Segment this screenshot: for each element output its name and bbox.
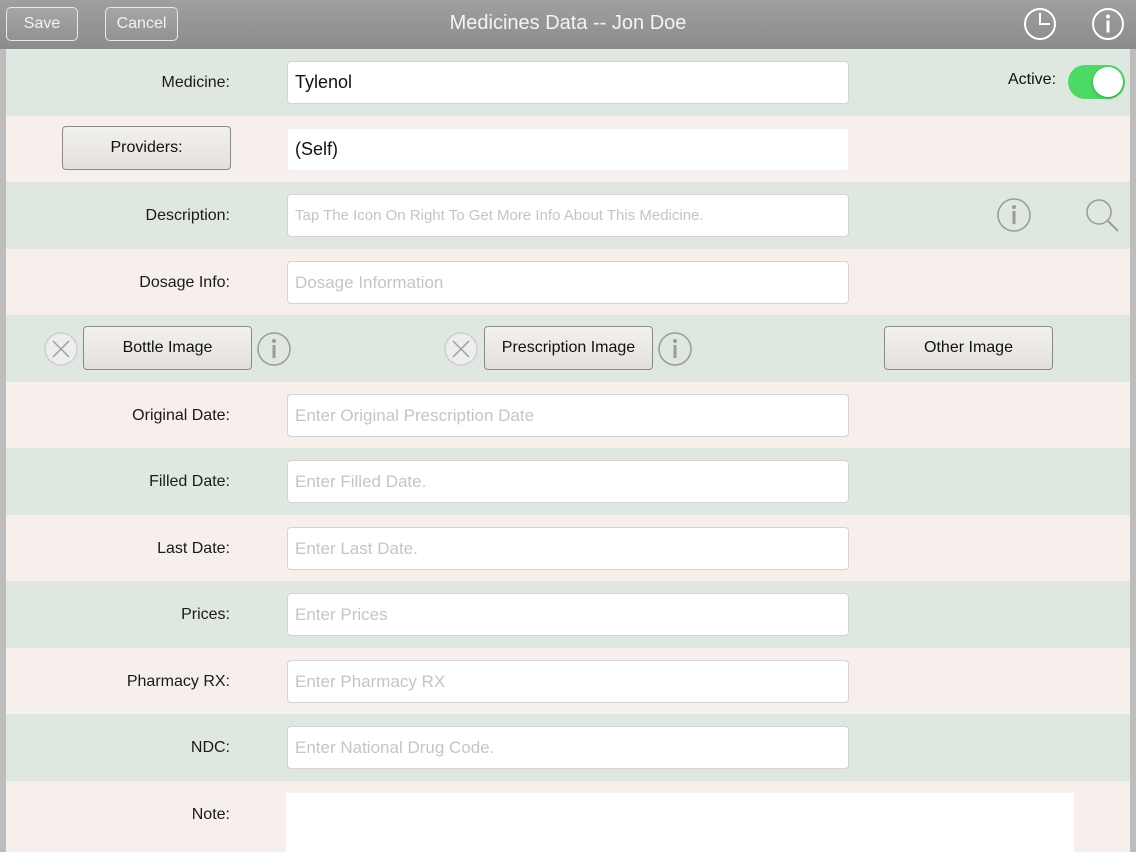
prices-label: Prices: (181, 605, 230, 623)
providers-value: (Self) (287, 128, 849, 171)
other-image-button[interactable]: Other Image (884, 326, 1053, 370)
note-label: Note: (191, 805, 230, 823)
description-input[interactable]: Tap The Icon On Right To Get More Info A… (287, 194, 849, 237)
pharmacy-rx-row: Pharmacy RX: Enter Pharmacy RX (6, 648, 1130, 715)
dosage-input[interactable]: Dosage Information (287, 261, 849, 304)
last-date-label: Last Date: (157, 539, 230, 557)
providers-button[interactable]: Providers: (62, 126, 231, 170)
providers-row: Providers: (Self) (6, 116, 1130, 183)
info-icon[interactable] (1091, 7, 1125, 41)
dosage-row: Dosage Info: Dosage Information (6, 249, 1130, 316)
original-date-label: Original Date: (132, 406, 230, 424)
last-date-row: Last Date: Enter Last Date. (6, 515, 1130, 582)
page-title: Medicines Data -- Jon Doe (449, 12, 687, 34)
bottle-image-info-icon[interactable] (256, 331, 292, 367)
clock-icon[interactable] (1023, 7, 1057, 41)
nav-bar: Save Cancel Medicines Data -- Jon Doe (0, 0, 1136, 49)
original-date-row: Original Date: Enter Original Prescripti… (6, 382, 1130, 449)
medicine-row: Medicine: Tylenol Active: (6, 49, 1130, 116)
remove-prescription-image-icon[interactable] (443, 331, 479, 367)
description-row: Description: Tap The Icon On Right To Ge… (6, 182, 1130, 249)
ndc-row: NDC: Enter National Drug Code. (6, 714, 1130, 781)
medicine-form: Medicine: Tylenol Active: Providers: (Se… (6, 49, 1130, 852)
medicine-label: Medicine: (161, 73, 230, 91)
toggle-knob (1093, 67, 1123, 97)
description-label: Description: (145, 206, 230, 224)
original-date-input[interactable]: Enter Original Prescription Date (287, 394, 849, 437)
prices-row: Prices: Enter Prices (6, 581, 1130, 648)
bottle-image-button[interactable]: Bottle Image (83, 326, 252, 370)
prescription-image-button[interactable]: Prescription Image (484, 326, 653, 370)
description-info-icon[interactable] (996, 197, 1032, 233)
active-label: Active: (1008, 71, 1057, 88)
filled-date-row: Filled Date: Enter Filled Date. (6, 448, 1130, 515)
note-row: Note: (6, 781, 1130, 852)
prescription-image-info-icon[interactable] (657, 331, 693, 367)
images-row: Bottle Image Prescription Image Other Im… (6, 315, 1130, 382)
last-date-input[interactable]: Enter Last Date. (287, 527, 849, 570)
pharmacy-rx-label: Pharmacy RX: (126, 672, 230, 690)
search-icon[interactable] (1083, 196, 1121, 234)
remove-bottle-image-icon[interactable] (43, 331, 79, 367)
filled-date-input[interactable]: Enter Filled Date. (287, 460, 849, 503)
medicine-input[interactable]: Tylenol (287, 61, 849, 104)
pharmacy-rx-input[interactable]: Enter Pharmacy RX (287, 660, 849, 703)
filled-date-label: Filled Date: (149, 472, 230, 490)
active-toggle[interactable] (1068, 65, 1125, 99)
note-textarea[interactable] (286, 793, 1074, 852)
ndc-input[interactable]: Enter National Drug Code. (287, 726, 849, 769)
dosage-label: Dosage Info: (139, 273, 230, 291)
ndc-label: NDC: (190, 738, 230, 756)
prices-input[interactable]: Enter Prices (287, 593, 849, 636)
